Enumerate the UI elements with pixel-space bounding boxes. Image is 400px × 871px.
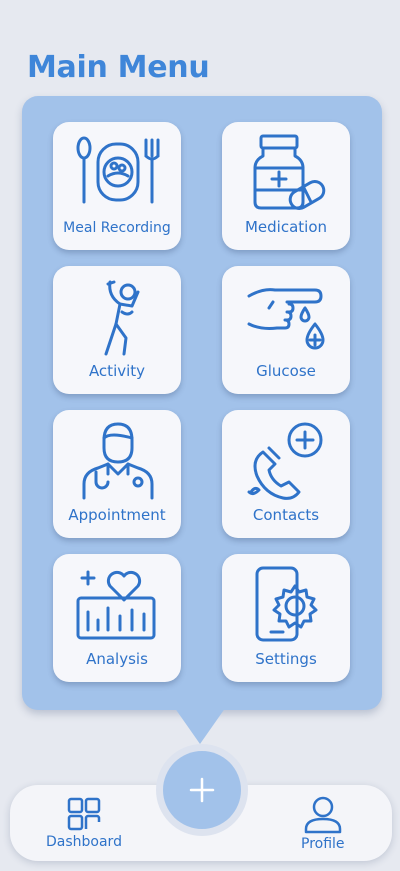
tile-settings[interactable]: Settings bbox=[222, 554, 350, 682]
grid-icon bbox=[67, 797, 101, 831]
panel-pointer bbox=[172, 704, 228, 744]
glucose-icon bbox=[247, 288, 325, 350]
tile-medication[interactable]: Medication bbox=[222, 122, 350, 250]
tile-label: Analysis bbox=[86, 650, 148, 668]
nav-profile[interactable]: Profile bbox=[301, 796, 345, 852]
plus-icon bbox=[189, 777, 215, 803]
tile-appointment[interactable]: Appointment bbox=[53, 410, 181, 538]
tile-label: Meal Recording bbox=[63, 220, 171, 236]
phone-icon bbox=[247, 422, 323, 500]
doctor-icon bbox=[82, 422, 154, 500]
medication-icon bbox=[253, 134, 326, 210]
tile-label: Medication bbox=[244, 218, 328, 236]
tile-label: Activity bbox=[88, 362, 146, 380]
tile-label: Contacts bbox=[252, 506, 320, 524]
nav-dashboard-label: Dashboard bbox=[46, 834, 122, 850]
tile-glucose[interactable]: Glucose bbox=[222, 266, 350, 394]
tile-contacts[interactable]: Contacts bbox=[222, 410, 350, 538]
settings-icon bbox=[255, 566, 318, 642]
tile-meal-recording[interactable]: Meal Recording bbox=[53, 122, 181, 250]
tile-label: Settings bbox=[255, 650, 317, 668]
nav-profile-label: Profile bbox=[301, 836, 345, 852]
tile-label: Appointment bbox=[68, 506, 166, 524]
user-icon bbox=[304, 796, 342, 834]
tile-analysis[interactable]: Analysis bbox=[53, 554, 181, 682]
page-title: Main Menu bbox=[27, 50, 210, 85]
add-button[interactable] bbox=[163, 751, 241, 829]
activity-icon bbox=[104, 280, 140, 356]
meal-icon bbox=[76, 136, 160, 204]
tile-label: Glucose bbox=[256, 362, 316, 380]
tile-activity[interactable]: Activity bbox=[53, 266, 181, 394]
nav-dashboard[interactable]: Dashboard bbox=[46, 796, 122, 850]
analysis-icon bbox=[76, 570, 156, 640]
